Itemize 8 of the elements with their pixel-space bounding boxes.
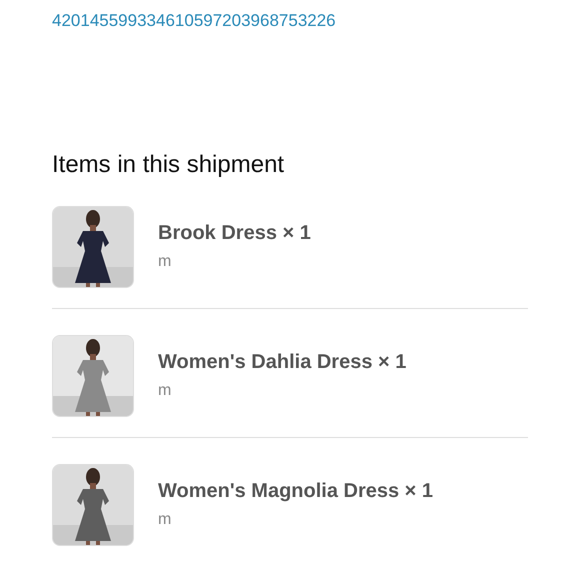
item-name: Women's Magnolia Dress × 1	[158, 480, 434, 502]
item-name: Women's Dahlia Dress × 1	[158, 350, 406, 374]
tracking-number[interactable]: 420145599334610597203968753226	[52, 10, 528, 32]
section-title: Items in this shipment	[52, 150, 286, 180]
item-size: m	[158, 382, 172, 400]
item-size: m	[158, 510, 172, 528]
item-size: m	[158, 252, 172, 270]
item-name: Brook Dress × 1	[158, 222, 311, 244]
